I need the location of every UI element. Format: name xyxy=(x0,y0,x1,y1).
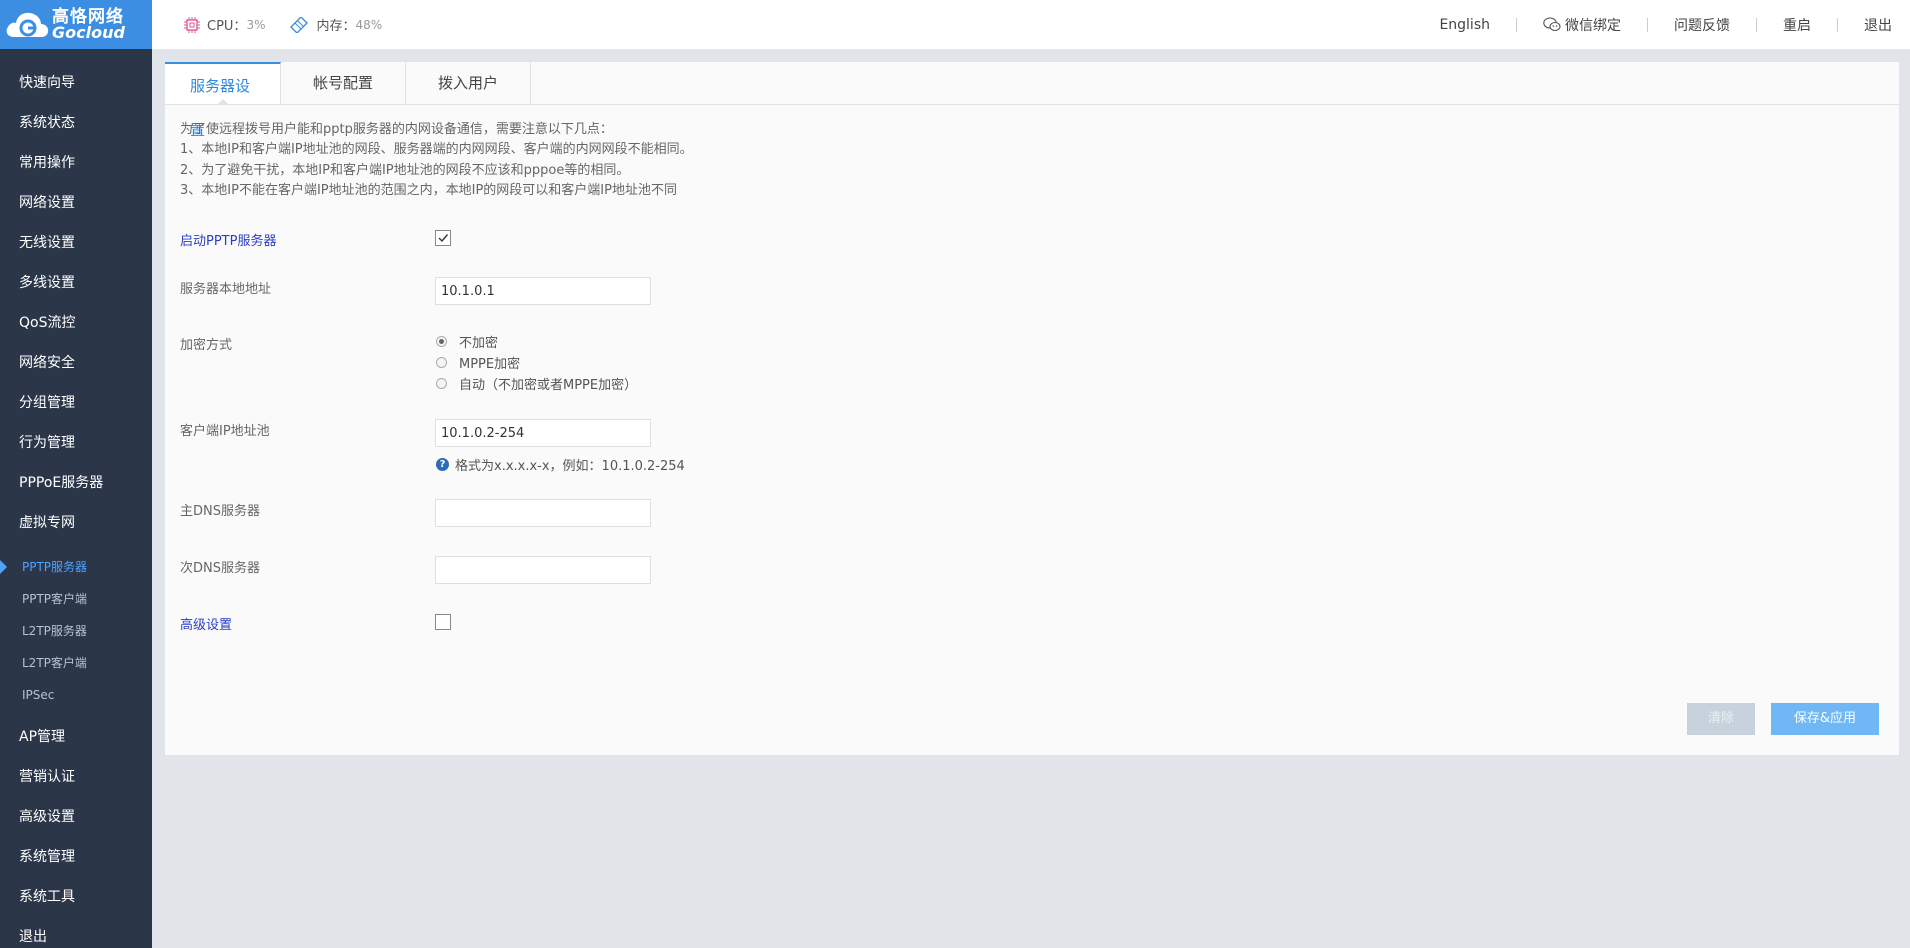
vpn-submenu: PPTP服务器 PPTP客户端 L2TP服务器 L2TP客户端 IPSec xyxy=(0,551,152,711)
sidebar-item-vpn[interactable]: 虚拟专网 xyxy=(0,503,152,543)
client-pool-input[interactable] xyxy=(435,419,651,447)
encrypt-option-mppe-label: MPPE加密 xyxy=(459,356,521,372)
cpu-label: CPU： xyxy=(207,19,247,34)
sidebar-item-ap[interactable]: AP管理 xyxy=(0,717,152,757)
encrypt-option-none-label: 不加密 xyxy=(459,335,499,351)
wechat-icon xyxy=(1543,17,1561,32)
logo-en-text: Gocloud xyxy=(52,22,125,42)
note-line: 3、本地IP不能在客户端IP地址池的范围之内，本地IP的网段可以和客户端IP地址… xyxy=(180,182,677,198)
wechat-bind-link[interactable]: 微信绑定 xyxy=(1517,15,1647,35)
enable-pptp-checkbox[interactable] xyxy=(435,230,451,246)
sidebar-sub-pptp-client[interactable]: PPTP客户端 xyxy=(0,583,152,615)
radio-auto[interactable] xyxy=(436,377,447,389)
encrypt-option-auto[interactable]: 自动（不加密或者MPPE加密） xyxy=(435,374,638,393)
sidebar-sub-pptp-server[interactable]: PPTP服务器 xyxy=(0,551,152,583)
advanced-settings-checkbox[interactable] xyxy=(435,614,451,630)
save-apply-button[interactable]: 保存&应用 xyxy=(1771,703,1879,735)
top-bar: CPU： 3% 内存： 48% English 微信绑定 问题反馈 重启 退出 xyxy=(152,0,1910,49)
radio-mppe[interactable] xyxy=(436,356,447,368)
logout-link[interactable]: 退出 xyxy=(1838,15,1892,35)
tab-server-settings[interactable]: 服务器设置 xyxy=(165,62,281,139)
encrypt-option-mppe[interactable]: MPPE加密 xyxy=(435,353,521,372)
notes: 为了使远程拨号用户能和pptp服务器的内网设备通信，需要注意以下几点： 1、本地I… xyxy=(180,120,693,201)
sidebar-item-groups[interactable]: 分组管理 xyxy=(0,383,152,423)
sidebar-item-behavior[interactable]: 行为管理 xyxy=(0,423,152,463)
sidebar-item-multiline[interactable]: 多线设置 xyxy=(0,263,152,303)
memory-stat: 内存： 48% xyxy=(289,15,382,34)
cpu-chip-icon xyxy=(184,16,200,33)
radio-none[interactable] xyxy=(436,335,447,347)
sidebar-menu-bottom: AP管理 营销认证 高级设置 系统管理 系统工具 退出 xyxy=(0,717,152,948)
logo: 高恪网络 Gocloud xyxy=(0,0,152,49)
main-panel: 服务器设置 帐号配置 拨入用户 为了使远程拨号用户能和pptp服务器的内网设备通… xyxy=(165,62,1899,755)
tab-account-config[interactable]: 帐号配置 xyxy=(281,62,407,104)
encrypt-option-none[interactable]: 不加密 xyxy=(435,332,499,351)
restart-link[interactable]: 重启 xyxy=(1757,15,1837,35)
client-pool-label: 客户端IP地址池 xyxy=(180,424,270,439)
sidebar-item-system-status[interactable]: 系统状态 xyxy=(0,103,152,143)
cpu-stat: CPU： 3% xyxy=(184,15,265,34)
sidebar-sub-l2tp-client[interactable]: L2TP客户端 xyxy=(0,647,152,679)
secondary-dns-input[interactable] xyxy=(435,556,651,584)
memory-icon xyxy=(290,16,309,33)
sidebar-menu: 快速向导 系统状态 常用操作 网络设置 无线设置 多线设置 QoS流控 网络安全… xyxy=(0,63,152,543)
sidebar-item-marketing-auth[interactable]: 营销认证 xyxy=(0,757,152,797)
client-pool-hint: ? 格式为x.x.x.x-x，例如：10.1.0.2-254 xyxy=(435,455,685,474)
sidebar-sub-ipsec[interactable]: IPSec xyxy=(0,679,152,711)
encryption-label: 加密方式 xyxy=(180,338,233,353)
help-icon: ? xyxy=(436,458,449,471)
note-line: 为了使远程拨号用户能和pptp服务器的内网设备通信，需要注意以下几点： xyxy=(180,122,613,137)
checkmark-icon xyxy=(438,234,449,243)
sidebar-item-exit[interactable]: 退出 xyxy=(0,917,152,948)
primary-dns-input[interactable] xyxy=(435,499,651,527)
clear-button[interactable]: 清除 xyxy=(1687,703,1755,735)
sidebar-item-system-tools[interactable]: 系统工具 xyxy=(0,877,152,917)
sidebar-item-quick-guide[interactable]: 快速向导 xyxy=(0,63,152,103)
memory-value: 48% xyxy=(355,17,383,32)
sidebar-item-common-ops[interactable]: 常用操作 xyxy=(0,143,152,183)
sidebar-item-security[interactable]: 网络安全 xyxy=(0,343,152,383)
tab-bar: 服务器设置 帐号配置 拨入用户 xyxy=(165,62,1899,139)
primary-dns-label: 主DNS服务器 xyxy=(180,504,260,519)
local-address-input[interactable] xyxy=(435,277,651,305)
encrypt-option-auto-label: 自动（不加密或者MPPE加密） xyxy=(459,377,638,393)
client-pool-hint-text: 格式为x.x.x.x-x，例如：10.1.0.2-254 xyxy=(455,459,685,474)
sidebar-sub-l2tp-server[interactable]: L2TP服务器 xyxy=(0,615,152,647)
note-line: 1、本地IP和客户端IP地址池的网段、服务器端的内网网段、客户端的内网网段不能相… xyxy=(180,142,693,158)
cloud-logo-icon xyxy=(4,7,50,43)
sidebar-item-wireless[interactable]: 无线设置 xyxy=(0,223,152,263)
sidebar-item-system-mgmt[interactable]: 系统管理 xyxy=(0,837,152,877)
tab-dial-in-users[interactable]: 拨入用户 xyxy=(406,62,532,104)
note-line: 2、为了避免干扰，本地IP和客户端IP地址池的网段不应该和pppoe等的相同。 xyxy=(180,162,630,178)
secondary-dns-label: 次DNS服务器 xyxy=(180,561,260,576)
feedback-link[interactable]: 问题反馈 xyxy=(1648,15,1756,35)
sidebar: 高恪网络 Gocloud 快速向导 系统状态 常用操作 网络设置 无线设置 多线… xyxy=(0,0,152,948)
local-address-label: 服务器本地地址 xyxy=(180,282,272,297)
cpu-value: 3% xyxy=(246,17,266,32)
enable-pptp-label: 启动PPTP服务器 xyxy=(180,234,277,249)
advanced-settings-label: 高级设置 xyxy=(180,618,233,633)
sidebar-item-network[interactable]: 网络设置 xyxy=(0,183,152,223)
memory-label: 内存： xyxy=(316,19,356,34)
language-link[interactable]: English xyxy=(1413,17,1516,33)
sidebar-item-pppoe-server[interactable]: PPPoE服务器 xyxy=(0,463,152,503)
sidebar-item-qos[interactable]: QoS流控 xyxy=(0,303,152,343)
sidebar-item-advanced[interactable]: 高级设置 xyxy=(0,797,152,837)
wechat-bind-label: 微信绑定 xyxy=(1565,17,1621,34)
